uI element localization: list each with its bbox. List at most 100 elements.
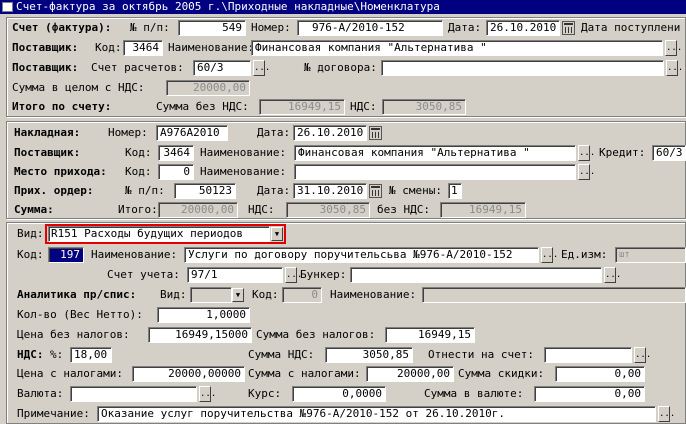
rate-field[interactable]: 0,0000 (292, 386, 386, 402)
waybill-vat-field: 3050,85 (286, 202, 370, 218)
calendar-icon[interactable] (369, 184, 382, 198)
waybill-code-field[interactable]: 3464 (158, 145, 194, 161)
calendar-icon[interactable] (369, 126, 382, 140)
currency-label: Валюта: (17, 387, 64, 400)
sum-cur-label: Сумма в валюте: (424, 387, 524, 400)
waybill-novat-label: без НДС: (377, 203, 430, 216)
an-name-label: Наименование: (330, 288, 417, 301)
chevron-down-icon[interactable]: ▼ (232, 288, 244, 302)
an-name-field (422, 287, 686, 303)
supplier-code-label: Код: (95, 41, 122, 54)
supplier2-label: Поставщик: (12, 61, 79, 74)
invoice-title: Счет (фактура): (12, 21, 112, 34)
bunker-lookup-button[interactable]: ... (604, 267, 621, 283)
calendar-icon[interactable] (562, 21, 575, 35)
place-code-field[interactable]: 0 (158, 164, 194, 180)
invoice-date-field[interactable]: 26.10.2010 (486, 20, 560, 36)
credit-field[interactable]: 60/3 (652, 145, 686, 161)
price-tax-field[interactable]: 20000,00000 (132, 366, 245, 382)
nom-vat-label: НДС: (17, 348, 44, 361)
order-date-field[interactable]: 31.10.2010 (293, 183, 367, 199)
invoice-date-label: Дата: (448, 21, 482, 34)
price-tax-label: Цена с налогами: (17, 367, 123, 380)
attr-lookup-button[interactable]: ... (634, 347, 651, 363)
vat-pct-field[interactable]: 18,00 (70, 347, 112, 363)
order-num-field[interactable]: 50123 (174, 183, 236, 199)
bunker-field[interactable] (350, 267, 602, 283)
waybill-name-label: Наименование: (200, 146, 287, 159)
sum-vat-label: Сумма в целом с НДС: (12, 81, 145, 94)
currency-field[interactable] (70, 386, 197, 402)
waybill-supplier-lookup-button[interactable]: ... (578, 145, 595, 161)
invoice-num-field[interactable]: 549 (178, 20, 246, 36)
place-lookup-button[interactable]: ... (578, 164, 595, 180)
place-code-label: Код: (125, 165, 152, 178)
nom-name-label: Наименование: (91, 248, 178, 261)
an-kind-label: Вид: (160, 288, 187, 301)
supplier-code-field[interactable]: 3464 (123, 40, 163, 56)
order-date-label: Дата: (257, 184, 291, 197)
invoice-number-field[interactable]: 976-А/2010-152 (297, 20, 443, 36)
order-label: Прих. ордер: (14, 184, 94, 197)
nom-account-field[interactable]: 97/1 (187, 267, 283, 283)
currency-lookup-button[interactable]: ... (199, 386, 216, 402)
contract-lookup-button[interactable]: ... (666, 60, 683, 76)
waybill-vat-label: НДС: (248, 203, 275, 216)
nom-sum-vat-field[interactable]: 3050,85 (325, 347, 413, 363)
sum-novat-label: Сумма без налогов: (256, 328, 376, 341)
kind-select[interactable]: R151 Расходы будущих периодов (48, 226, 270, 242)
contract-label: № договора: (304, 61, 377, 74)
sum-novat-field: 16949,15 (259, 99, 345, 115)
waybill-name-field[interactable]: Финансовая компания "Альтернатива " (294, 145, 576, 161)
chevron-down-icon[interactable]: ▼ (271, 227, 283, 241)
waybill-sum-label: Сумма: (14, 203, 54, 216)
price-novat-field[interactable]: 16949,15000 (148, 327, 252, 343)
nom-code-label: Код: (17, 248, 44, 261)
waybill-code-label: Код: (125, 146, 152, 159)
note-lookup-button[interactable]: ... (658, 406, 675, 422)
sum-vat-field: 20000,00 (166, 80, 250, 96)
credit-label: Кредит: (599, 146, 646, 159)
nom-lookup-button[interactable]: ... (541, 247, 558, 263)
window-title: Счет-фактура за октябрь 2005 г.\Приходны… (16, 0, 440, 13)
sum-tax-label: Сумма с налогами: (248, 367, 361, 380)
nom-code-field[interactable]: 197 (48, 247, 84, 263)
vat-pct-label: %: (50, 348, 64, 361)
unit-field: шт (615, 247, 686, 263)
shift-field[interactable]: 1 (448, 183, 462, 199)
sum-tax-field[interactable]: 20000,00 (366, 366, 454, 382)
waybill-date-label: Дата: (257, 126, 291, 139)
kind-label: Вид: (17, 227, 44, 240)
nom-account-lookup-button[interactable]: ... (285, 267, 302, 283)
waybill-total-label: Итого: (118, 203, 158, 216)
nom-sum-novat-field[interactable]: 16949,15 (385, 327, 475, 343)
sum-cur-field[interactable]: 0,00 (534, 386, 645, 402)
supplier-label: Поставщик: (12, 41, 79, 54)
shift-label: № смены: (389, 184, 442, 197)
waybill-number-label: Номер: (108, 126, 148, 139)
date-received-label: Дата поступлени (581, 21, 681, 34)
waybill-date-field[interactable]: 26.10.2010 (293, 125, 367, 141)
unit-label: Ед.изм: (561, 248, 608, 261)
invoice-number-label: Номер: (251, 21, 291, 34)
account-label: Счет расчетов: (91, 61, 184, 74)
discount-field[interactable]: 0,00 (555, 366, 645, 382)
note-field[interactable]: Оказание услуг поручительства №976-А/201… (97, 406, 656, 422)
sum-vat-label: Сумма НДС: (248, 348, 315, 361)
qty-field[interactable]: 1,0000 (157, 307, 250, 323)
place-name-field[interactable] (294, 164, 576, 180)
contract-field[interactable] (381, 60, 664, 76)
an-kind-select[interactable] (190, 287, 232, 303)
supplier-name-label: Наименование: (168, 41, 255, 54)
qty-label: Кол-во (Вес Нетто): (17, 308, 143, 321)
supplier-name-field[interactable]: Финансовая компания "Альтернатива " (251, 40, 663, 56)
attr-field[interactable] (544, 347, 632, 363)
an-code-field: 0 (282, 287, 322, 303)
nom-name-field[interactable]: Услуги по договору поручительсьва №976-А… (184, 247, 539, 263)
price-novat-label: Цена без налогов: (17, 328, 130, 341)
account-lookup-button[interactable]: ... (253, 60, 270, 76)
account-field[interactable]: 60/3 (193, 60, 251, 76)
supplier-lookup-button[interactable]: ... (665, 40, 682, 56)
waybill-number-field[interactable]: А976А2010 (156, 125, 228, 141)
analytics-label: Аналитика пр/спис: (17, 288, 137, 301)
